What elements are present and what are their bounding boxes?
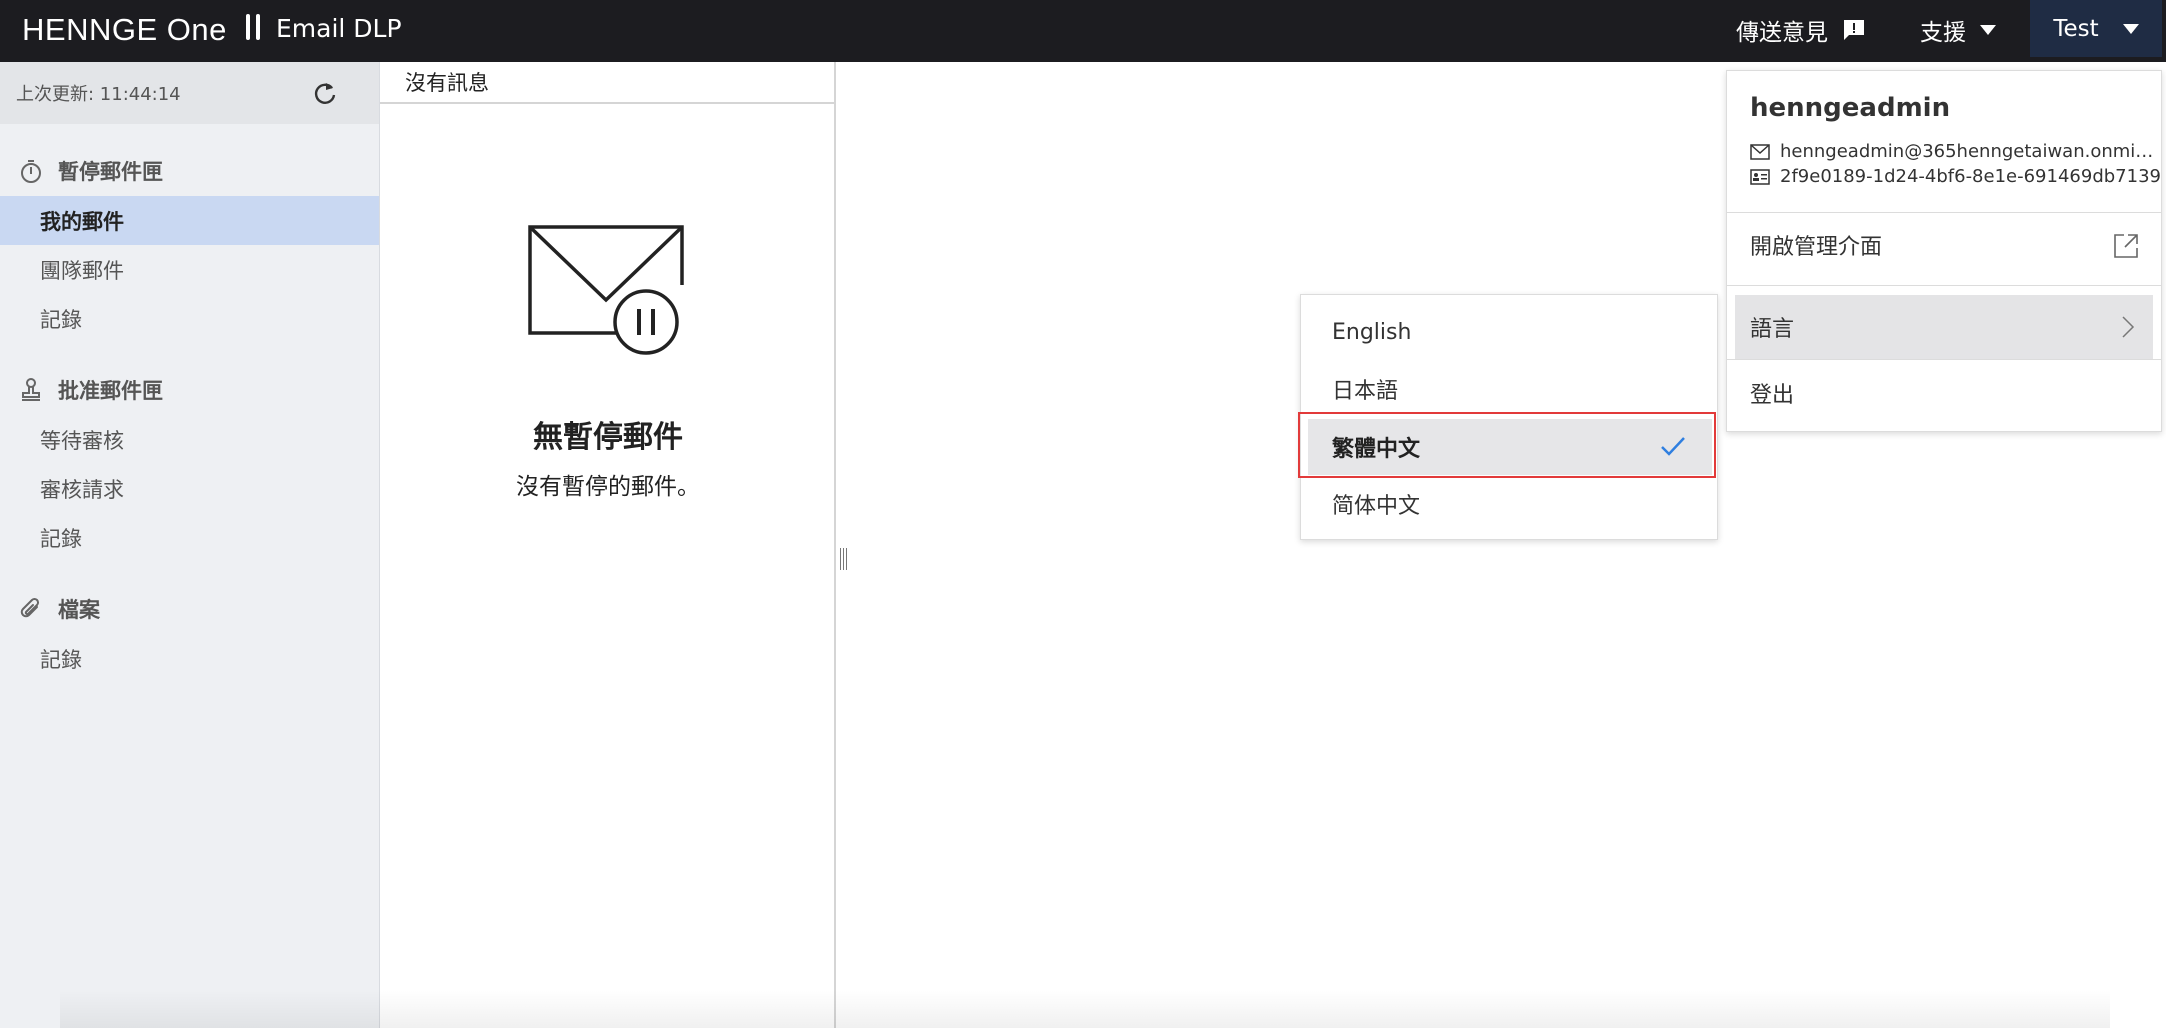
brand-logo[interactable]: HENNGE One (22, 12, 227, 48)
refresh-icon[interactable] (312, 80, 338, 106)
language-option-japanese[interactable]: 日本語 (1301, 361, 1719, 417)
empty-state-subtitle: 沒有暫停的郵件。 (516, 474, 700, 500)
user-email-text: henngeadmin@365henngetaiwan.onmi… (1780, 141, 2154, 162)
user-email: henngeadmin@365henngetaiwan.onmi… (1750, 141, 2153, 162)
chevron-down-icon (2122, 23, 2139, 34)
user-button-label: Test (2053, 15, 2099, 42)
feedback-icon (1844, 20, 1864, 40)
open-admin-label: 開啟管理介面 (1750, 235, 1883, 260)
last-updated-bar: 上次更新: 11:44:14 (0, 62, 379, 124)
language-menu-item[interactable]: 語言 (1735, 295, 2153, 359)
external-link-icon (2114, 234, 2138, 258)
divider (1727, 285, 2161, 286)
sidebar-item-paused-log[interactable]: 記錄 (0, 294, 379, 343)
section-title: 暫停郵件匣 (58, 160, 163, 184)
sidebar-item-pending-review[interactable]: 等待審核 (0, 415, 379, 464)
language-option-simplified-chinese[interactable]: 简体中文 (1301, 476, 1719, 532)
timer-icon (21, 160, 41, 183)
sidebar-item-team-mail[interactable]: 團隊郵件 (0, 245, 379, 294)
bottom-shadow (60, 990, 2110, 1028)
message-list-pane: 沒有訊息 無暫停郵件 沒有暫停的郵件。 (380, 62, 836, 1028)
user-id: 2f9e0189-1d24-4bf6-8e1e-691469db7139 (1750, 166, 2161, 187)
last-updated-text: 上次更新: 11:44:14 (16, 84, 181, 105)
list-header: 沒有訊息 (380, 62, 834, 104)
top-bar: HENNGE One Email DLP 傳送意見 支援 Test (0, 0, 2166, 62)
empty-state-title: 無暫停郵件 (533, 420, 683, 455)
section-approval-mail: 批准郵件匣 (0, 365, 379, 415)
feedback-button[interactable]: 傳送意見 (1736, 13, 1866, 47)
section-title: 批准郵件匣 (58, 379, 163, 403)
user-menu: henngeadmin henngeadmin@365henngetaiwan.… (1726, 70, 2162, 432)
feedback-label: 傳送意見 (1736, 20, 1828, 46)
chevron-right-icon (2122, 316, 2135, 338)
open-admin-console[interactable]: 開啟管理介面 (1727, 213, 2161, 277)
language-label: 語言 (1750, 317, 1795, 342)
sidebar-item-review-requests[interactable]: 審核請求 (0, 464, 379, 513)
username: henngeadmin (1750, 93, 1951, 123)
section-paused-mail: 暫停郵件匣 (0, 146, 379, 196)
support-label: 支援 (1920, 20, 1966, 46)
stamp-icon (22, 378, 40, 401)
sidebar-item-files-log[interactable]: 記錄 (0, 634, 379, 683)
support-menu-button[interactable]: 支援 (1920, 13, 1996, 47)
pane-resize-handle[interactable] (838, 548, 850, 570)
id-card-icon (1750, 168, 1770, 185)
selection-highlight (1298, 412, 1716, 478)
pause-logo-icon (246, 14, 260, 40)
logout-button[interactable]: 登出 (1727, 361, 2161, 425)
section-title: 檔案 (58, 598, 100, 622)
chevron-down-icon (1980, 25, 1996, 35)
sidebar-item-approval-log[interactable]: 記錄 (0, 513, 379, 562)
language-option-english[interactable]: English (1301, 304, 1719, 360)
sidebar-item-my-mail[interactable]: 我的郵件 (0, 196, 379, 245)
paperclip-icon (20, 597, 40, 618)
paused-mail-icon (528, 225, 684, 355)
mail-icon (1750, 143, 1770, 160)
user-menu-button[interactable]: Test (2030, 0, 2162, 57)
sidebar: 上次更新: 11:44:14 暫停郵件匣 我的郵件 團隊郵件 記錄 批准郵件匣 … (0, 62, 380, 1028)
divider (1727, 359, 2161, 360)
section-files: 檔案 (0, 584, 379, 634)
user-id-text: 2f9e0189-1d24-4bf6-8e1e-691469db7139 (1780, 166, 2161, 187)
product-name: Email DLP (276, 14, 402, 43)
